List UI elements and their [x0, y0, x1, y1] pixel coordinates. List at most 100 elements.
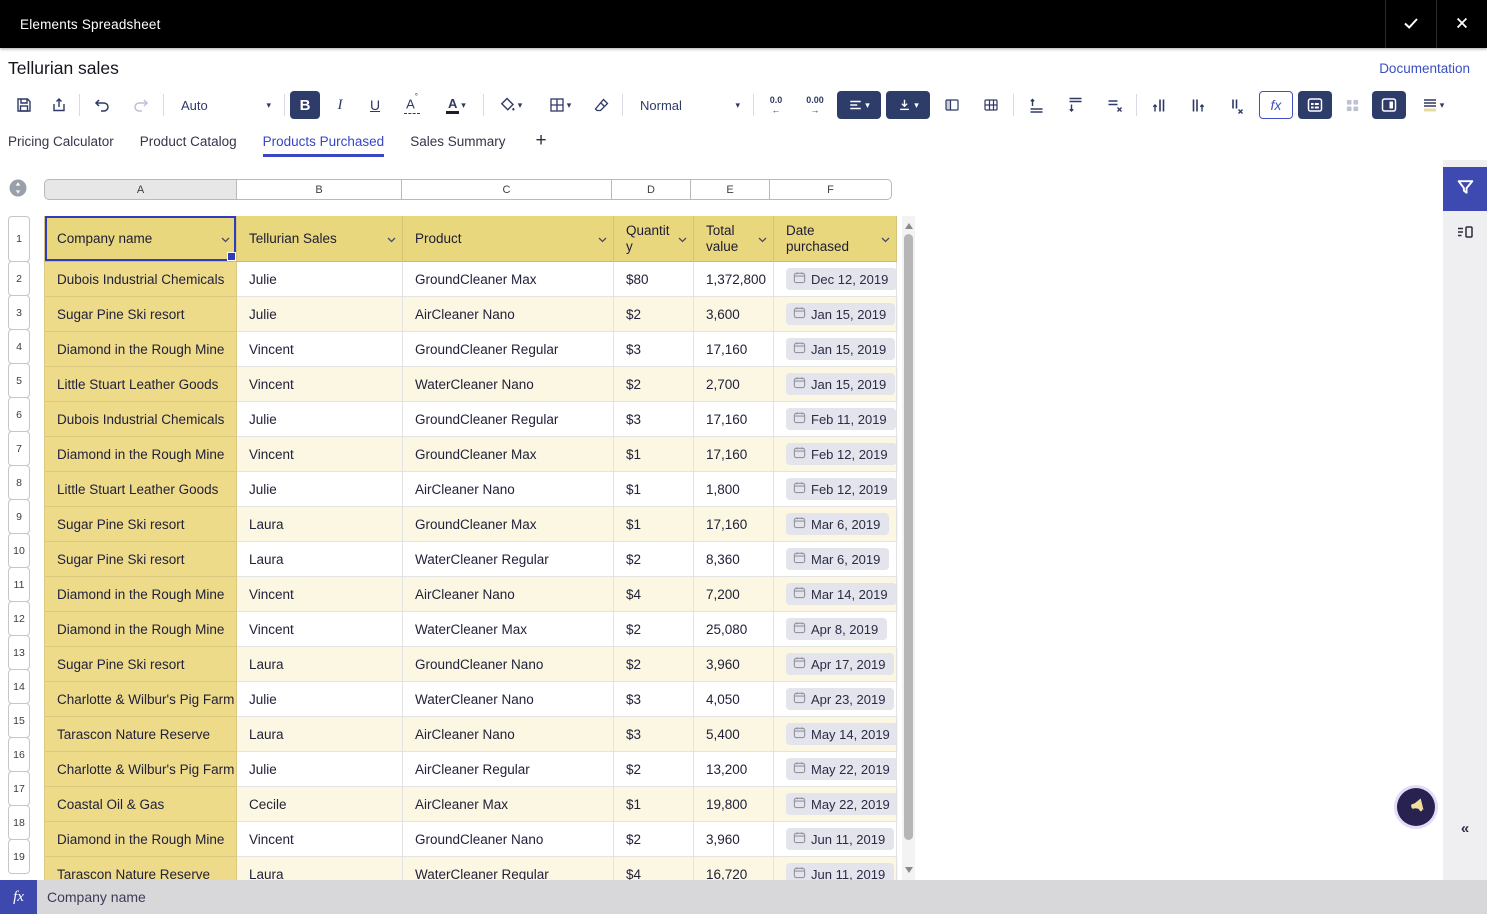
cell-D19[interactable]: $4: [614, 857, 694, 880]
cell-C6[interactable]: GroundCleaner Regular: [403, 402, 614, 437]
column-filter-chevron-icon[interactable]: [598, 231, 607, 247]
cell-B5[interactable]: Vincent: [237, 367, 403, 402]
cell-A2[interactable]: Dubois Industrial Chemicals: [44, 262, 237, 297]
row-header-4[interactable]: 4: [8, 329, 30, 364]
filter-button[interactable]: [1443, 167, 1487, 211]
cell-D7[interactable]: $1: [614, 437, 694, 472]
date-pill[interactable]: Mar 14, 2019: [786, 583, 897, 605]
date-pill[interactable]: Apr 17, 2019: [786, 653, 894, 675]
font-family-select[interactable]: Auto ▾: [169, 91, 279, 119]
cell-C16[interactable]: AirCleaner Regular: [403, 752, 614, 787]
cell-B4[interactable]: Vincent: [237, 332, 403, 367]
cell-F9[interactable]: Mar 6, 2019: [774, 507, 897, 542]
date-pill[interactable]: Jun 11, 2019: [786, 828, 894, 850]
cell-C18[interactable]: GroundCleaner Nano: [403, 822, 614, 857]
date-pill[interactable]: Mar 6, 2019: [786, 548, 889, 570]
cell-F17[interactable]: May 22, 2019: [774, 787, 897, 822]
row-header-19[interactable]: 19: [8, 839, 30, 874]
cell-C8[interactable]: AirCleaner Nano: [403, 472, 614, 507]
column-filter-chevron-icon[interactable]: [678, 231, 687, 247]
cell-B19[interactable]: Laura: [237, 857, 403, 880]
cell-B11[interactable]: Vincent: [237, 577, 403, 612]
cell-E16[interactable]: 13,200: [694, 752, 774, 787]
cell-F4[interactable]: Jan 15, 2019: [774, 332, 897, 367]
date-pill[interactable]: Dec 12, 2019: [786, 268, 897, 290]
cell-C2[interactable]: GroundCleaner Max: [403, 262, 614, 297]
cell-F5[interactable]: Jan 15, 2019: [774, 367, 897, 402]
cell-A10[interactable]: Sugar Pine Ski resort: [44, 542, 237, 577]
navigation-puck-icon[interactable]: [9, 179, 27, 197]
cell-E6[interactable]: 17,160: [694, 402, 774, 437]
italic-button[interactable]: I: [325, 91, 355, 119]
row-header-2[interactable]: 2: [8, 261, 30, 296]
date-pill[interactable]: May 22, 2019: [786, 793, 897, 815]
insert-column-left-button[interactable]: [1142, 91, 1176, 119]
cell-A6[interactable]: Dubois Industrial Chemicals: [44, 402, 237, 437]
split-cells-button[interactable]: [974, 91, 1008, 119]
cell-D13[interactable]: $2: [614, 647, 694, 682]
cell-F3[interactable]: Jan 15, 2019: [774, 297, 897, 332]
column-header-F[interactable]: F: [769, 179, 892, 200]
cell-C3[interactable]: AirCleaner Nano: [403, 297, 614, 332]
header-cell-quantity[interactable]: Quantity: [614, 216, 694, 262]
date-pill[interactable]: Jan 15, 2019: [786, 373, 895, 395]
decrease-decimal-button[interactable]: 0.0←: [759, 91, 793, 119]
row-header-12[interactable]: 12: [8, 601, 30, 636]
insert-column-right-button[interactable]: [1181, 91, 1215, 119]
cell-E8[interactable]: 1,800: [694, 472, 774, 507]
cell-E13[interactable]: 3,960: [694, 647, 774, 682]
cell-A8[interactable]: Little Stuart Leather Goods: [44, 472, 237, 507]
cell-E12[interactable]: 25,080: [694, 612, 774, 647]
save-button[interactable]: [9, 91, 39, 119]
insert-row-below-button[interactable]: [1058, 91, 1092, 119]
scrollbar-thumb[interactable]: [904, 234, 913, 840]
cell-B10[interactable]: Laura: [237, 542, 403, 577]
date-pill[interactable]: May 14, 2019: [786, 723, 897, 745]
cell-B2[interactable]: Julie: [237, 262, 403, 297]
row-header-11[interactable]: 11: [8, 567, 30, 602]
row-header-10[interactable]: 10: [8, 533, 30, 568]
cell-C11[interactable]: AirCleaner Nano: [403, 577, 614, 612]
cell-F6[interactable]: Feb 11, 2019: [774, 402, 897, 437]
row-header-5[interactable]: 5: [8, 363, 30, 398]
tab-product-catalog[interactable]: Product Catalog: [140, 122, 237, 160]
cell-D3[interactable]: $2: [614, 297, 694, 332]
cell-B7[interactable]: Vincent: [237, 437, 403, 472]
column-header-E[interactable]: E: [690, 179, 770, 200]
column-header-A[interactable]: A: [44, 179, 237, 200]
cell-E7[interactable]: 17,160: [694, 437, 774, 472]
text-effects-button[interactable]: A°: [395, 91, 429, 119]
header-cell-company-name[interactable]: Company name: [44, 216, 237, 262]
date-pill[interactable]: Apr 23, 2019: [786, 688, 894, 710]
cell-D15[interactable]: $3: [614, 717, 694, 752]
cell-B17[interactable]: Cecile: [237, 787, 403, 822]
column-filter-chevron-icon[interactable]: [387, 231, 396, 247]
vertical-align-button[interactable]: ▾: [886, 91, 930, 119]
cell-A5[interactable]: Little Stuart Leather Goods: [44, 367, 237, 402]
cell-C5[interactable]: WaterCleaner Nano: [403, 367, 614, 402]
cell-D17[interactable]: $1: [614, 787, 694, 822]
cell-E9[interactable]: 17,160: [694, 507, 774, 542]
tab-pricing-calculator[interactable]: Pricing Calculator: [8, 122, 114, 160]
row-header-3[interactable]: 3: [8, 295, 30, 330]
row-header-13[interactable]: 13: [8, 635, 30, 670]
cell-D4[interactable]: $3: [614, 332, 694, 367]
vertical-scrollbar[interactable]: [902, 216, 915, 880]
documentation-link[interactable]: Documentation: [1379, 61, 1470, 76]
cell-F11[interactable]: Mar 14, 2019: [774, 577, 897, 612]
column-filter-chevron-icon[interactable]: [881, 231, 890, 247]
cell-F8[interactable]: Feb 12, 2019: [774, 472, 897, 507]
cell-A13[interactable]: Sugar Pine Ski resort: [44, 647, 237, 682]
cell-B16[interactable]: Julie: [237, 752, 403, 787]
scroll-up-icon[interactable]: [905, 223, 913, 229]
cell-F2[interactable]: Dec 12, 2019: [774, 262, 897, 297]
date-pill[interactable]: May 22, 2019: [786, 758, 897, 780]
cell-E15[interactable]: 5,400: [694, 717, 774, 752]
date-pill[interactable]: Feb 12, 2019: [786, 478, 897, 500]
cell-D18[interactable]: $2: [614, 822, 694, 857]
collapse-sidebar-button[interactable]: «: [1443, 816, 1487, 840]
row-header-9[interactable]: 9: [8, 499, 30, 534]
cell-D6[interactable]: $3: [614, 402, 694, 437]
side-panel-view-button[interactable]: [1372, 91, 1406, 119]
cell-D9[interactable]: $1: [614, 507, 694, 542]
